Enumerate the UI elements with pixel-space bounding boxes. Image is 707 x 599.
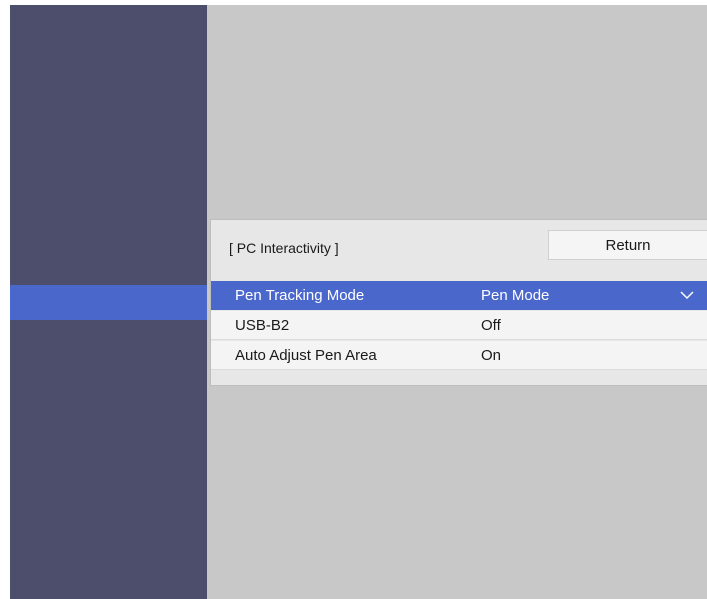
setting-row-pen-tracking-mode[interactable]: Pen Tracking Mode Pen Mode xyxy=(211,281,707,310)
setting-row-auto-adjust-pen-area[interactable]: Auto Adjust Pen Area On xyxy=(211,341,707,370)
chevron-down-icon[interactable] xyxy=(680,290,694,300)
setting-label: Pen Tracking Mode xyxy=(235,287,365,304)
setting-label: USB-B2 xyxy=(235,317,290,334)
panel-title: [ PC Interactivity ] xyxy=(229,240,339,256)
projector-menu-screen: [ PC Interactivity ] Return Pen Tracking… xyxy=(0,0,707,599)
pc-interactivity-panel: [ PC Interactivity ] Return Pen Tracking… xyxy=(210,219,707,386)
main-area: [ PC Interactivity ] Return Pen Tracking… xyxy=(207,5,707,599)
setting-value: On xyxy=(481,347,502,364)
setting-label: Auto Adjust Pen Area xyxy=(235,347,377,364)
return-button-label: Return xyxy=(605,236,651,254)
setting-value: Off xyxy=(481,317,501,334)
return-button[interactable]: Return xyxy=(548,230,707,260)
sidebar xyxy=(10,5,207,599)
setting-row-usb-b2[interactable]: USB-B2 Off xyxy=(211,311,707,340)
sidebar-selected-item[interactable] xyxy=(10,285,207,320)
setting-value: Pen Mode xyxy=(481,287,550,304)
